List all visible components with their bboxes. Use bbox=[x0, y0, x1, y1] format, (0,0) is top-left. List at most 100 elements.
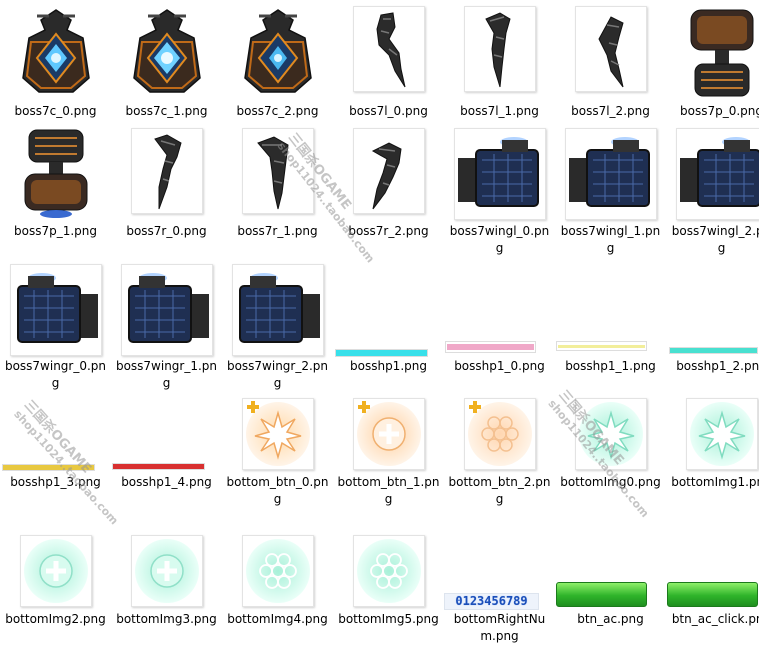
file-item[interactable]: bottomImg5.png bbox=[333, 535, 444, 655]
claw-right-icon bbox=[353, 128, 425, 214]
hp-bar-icon bbox=[669, 347, 758, 354]
file-name: bosshp1.png bbox=[333, 358, 444, 375]
hp-bar-icon bbox=[556, 341, 647, 351]
file-name: boss7p_1.png bbox=[0, 223, 111, 240]
file-name: boss7r_1.png bbox=[222, 223, 333, 240]
file-item[interactable]: boss7wingr_2.png bbox=[222, 264, 333, 384]
green-hex-icon bbox=[242, 535, 314, 607]
file-name: boss7wingl_0.png bbox=[444, 223, 555, 257]
file-name: boss7r_0.png bbox=[111, 223, 222, 240]
file-item[interactable]: boss7p_0.png bbox=[666, 0, 759, 120]
file-name: boss7l_1.png bbox=[444, 103, 555, 120]
orange-hex-button-icon bbox=[464, 398, 536, 470]
file-name: boss7l_0.png bbox=[333, 103, 444, 120]
file-name: boss7c_1.png bbox=[111, 103, 222, 120]
file-name: boss7wingr_2.png bbox=[222, 358, 333, 392]
file-item[interactable]: boss7c_1.png bbox=[111, 0, 222, 120]
file-name: boss7wingl_1.png bbox=[555, 223, 666, 257]
file-name: bottomImg5.png bbox=[333, 611, 444, 628]
file-item[interactable]: boss7c_2.png bbox=[222, 0, 333, 120]
boss-core-icon bbox=[19, 8, 93, 96]
file-item[interactable]: bottomImg2.png bbox=[0, 535, 111, 655]
file-name: boss7l_2.png bbox=[555, 103, 666, 120]
claw-left-icon bbox=[575, 6, 647, 92]
file-item[interactable]: bosshp1_3.png bbox=[0, 398, 111, 518]
file-item[interactable]: bottom_btn_2.png bbox=[444, 398, 555, 518]
file-name: bosshp1_4.png bbox=[111, 474, 222, 491]
file-item[interactable]: bosshp1_1.png bbox=[555, 264, 666, 384]
file-item[interactable]: bosshp1_4.png bbox=[111, 398, 222, 518]
file-item[interactable]: btn_ac.png bbox=[555, 535, 666, 655]
file-item[interactable]: boss7r_0.png bbox=[111, 128, 222, 248]
green-burst-icon bbox=[575, 398, 647, 470]
hp-bar-icon bbox=[335, 349, 428, 357]
file-name: bosshp1_0.png bbox=[444, 358, 555, 375]
file-name: boss7wingr_1.png bbox=[111, 358, 222, 392]
file-name: bottomImg0.png bbox=[555, 474, 666, 491]
file-item[interactable]: bosshp1.png bbox=[333, 264, 444, 384]
green-hex-icon bbox=[353, 535, 425, 607]
green-burst-icon bbox=[686, 398, 758, 470]
file-item[interactable]: boss7c_0.png bbox=[0, 0, 111, 120]
file-name: boss7wingr_0.png bbox=[0, 358, 111, 392]
wing-left-icon bbox=[454, 128, 546, 220]
file-name: bottomImg3.png bbox=[111, 611, 222, 628]
file-name: bottom_btn_1.png bbox=[333, 474, 444, 508]
file-name: btn_ac.png bbox=[555, 611, 666, 628]
file-name: bottomImg1.png bbox=[666, 474, 759, 491]
orange-burst-button-icon bbox=[242, 398, 314, 470]
green-button-icon bbox=[556, 582, 647, 607]
file-item[interactable]: bottom_btn_0.png bbox=[222, 398, 333, 518]
file-item[interactable]: boss7wingl_2.png bbox=[666, 128, 759, 248]
file-name: bosshp1_3.png bbox=[0, 474, 111, 491]
boss-pod-icon bbox=[687, 8, 757, 100]
claw-right-icon bbox=[131, 128, 203, 214]
wing-left-icon bbox=[676, 128, 759, 220]
file-name: bottomImg4.png bbox=[222, 611, 333, 628]
file-name: boss7c_2.png bbox=[222, 103, 333, 120]
file-name: btn_ac_click.png bbox=[666, 611, 759, 628]
file-name: boss7p_0.png bbox=[666, 103, 759, 120]
file-item[interactable]: boss7wingr_1.png bbox=[111, 264, 222, 384]
orange-plus-button-icon bbox=[353, 398, 425, 470]
file-item[interactable]: bottomImg0.png bbox=[555, 398, 666, 518]
file-item[interactable]: boss7r_2.png bbox=[333, 128, 444, 248]
file-item[interactable]: boss7wingl_0.png bbox=[444, 128, 555, 248]
file-item[interactable]: btn_ac_click.png bbox=[666, 535, 759, 655]
boss-core-icon bbox=[241, 8, 315, 96]
boss-pod-icon bbox=[21, 128, 91, 220]
wing-right-icon bbox=[121, 264, 213, 356]
wing-right-icon bbox=[232, 264, 324, 356]
file-name: bosshp1_2.png bbox=[666, 358, 759, 375]
file-name: bottomRightNum.png bbox=[444, 611, 555, 645]
file-name: bosshp1_1.png bbox=[555, 358, 666, 375]
file-item[interactable]: bottom_btn_1.png bbox=[333, 398, 444, 518]
file-name: bottom_btn_0.png bbox=[222, 474, 333, 508]
file-item[interactable]: bottomImg1.png bbox=[666, 398, 759, 518]
wing-left-icon bbox=[565, 128, 657, 220]
file-item[interactable]: boss7p_1.png bbox=[0, 128, 111, 248]
file-item[interactable]: boss7wingr_0.png bbox=[0, 264, 111, 384]
file-item[interactable]: boss7l_0.png bbox=[333, 0, 444, 120]
file-name: boss7c_0.png bbox=[0, 103, 111, 120]
claw-left-icon bbox=[353, 6, 425, 92]
file-item[interactable]: bosshp1_2.png bbox=[666, 264, 759, 384]
file-item[interactable]: 0123456789 bottomRightNum.png bbox=[444, 535, 555, 655]
file-item[interactable]: boss7r_1.png bbox=[222, 128, 333, 248]
digit-strip-icon: 0123456789 bbox=[444, 593, 539, 610]
file-item[interactable]: boss7l_2.png bbox=[555, 0, 666, 120]
hp-bar-icon bbox=[445, 341, 536, 353]
file-name: boss7wingl_2.png bbox=[666, 223, 759, 257]
hp-bar-icon bbox=[2, 464, 95, 471]
wing-right-icon bbox=[10, 264, 102, 356]
file-item[interactable]: bottomImg3.png bbox=[111, 535, 222, 655]
file-item[interactable]: boss7l_1.png bbox=[444, 0, 555, 120]
file-item[interactable]: boss7wingl_1.png bbox=[555, 128, 666, 248]
file-item[interactable]: bosshp1_0.png bbox=[444, 264, 555, 384]
green-button-icon bbox=[667, 582, 758, 607]
green-plus-icon bbox=[20, 535, 92, 607]
file-item[interactable]: bottomImg4.png bbox=[222, 535, 333, 655]
file-name: boss7r_2.png bbox=[333, 223, 444, 240]
file-name: bottom_btn_2.png bbox=[444, 474, 555, 508]
hp-bar-icon bbox=[112, 463, 205, 470]
